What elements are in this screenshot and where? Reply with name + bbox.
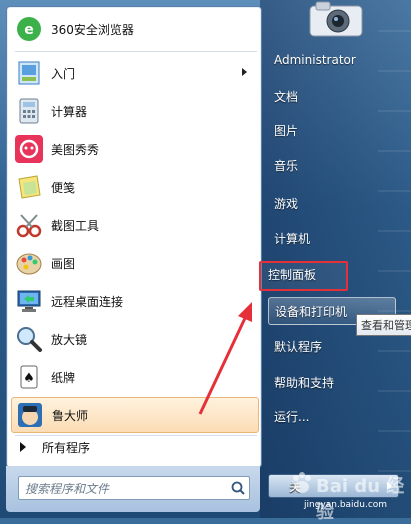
program-meitu[interactable]: 美图秀秀	[11, 131, 257, 167]
right-item-label: 游戏	[274, 196, 299, 211]
meitu-icon	[15, 135, 43, 163]
right-item-music[interactable]: 音乐	[268, 151, 396, 179]
right-item-games[interactable]: 游戏	[268, 189, 396, 217]
program-label: 截图工具	[51, 218, 100, 233]
program-magnifier[interactable]: 放大镜	[11, 321, 257, 357]
svg-text:e: e	[24, 22, 34, 38]
right-item-run[interactable]: 运行...	[268, 402, 396, 430]
ludashi-icon	[16, 401, 44, 429]
360-browser-icon: e	[15, 15, 43, 43]
user-picture[interactable]	[306, 0, 366, 38]
program-label: 美图秀秀	[51, 142, 100, 157]
program-paint[interactable]: 画图	[11, 245, 257, 281]
remote-desktop-icon	[15, 287, 43, 315]
right-item-label: 文档	[274, 89, 299, 104]
snipping-tool-icon	[15, 211, 43, 239]
right-item-label: 运行...	[274, 409, 310, 424]
right-item-label: 设备和打印机	[275, 304, 348, 319]
sticky-notes-icon	[15, 173, 43, 201]
right-item-pictures[interactable]: 图片	[268, 116, 396, 144]
program-label: 计算器	[51, 104, 88, 119]
paint-icon	[15, 249, 43, 277]
search-icon[interactable]	[227, 478, 249, 498]
search-box[interactable]: 搜索程序和文件	[18, 476, 250, 500]
watermark-url: jingyan.baidu.com	[304, 500, 388, 510]
right-panel	[260, 0, 411, 518]
triangle-right-icon	[20, 442, 26, 452]
program-snipping-tool[interactable]: 截图工具	[11, 207, 257, 243]
right-item-label: 默认程序	[274, 339, 323, 354]
svg-text:♠: ♠	[23, 371, 35, 386]
program-label: 360安全浏览器	[51, 22, 134, 37]
watermark-text: Bai du 经验	[316, 476, 405, 523]
right-item-administrator[interactable]: Administrator	[268, 46, 396, 74]
camera-icon	[309, 1, 363, 37]
right-item-label: 帮助和支持	[274, 375, 335, 390]
program-label: 放大镜	[51, 332, 88, 347]
all-programs-button[interactable]: 所有程序	[6, 432, 260, 462]
magnifier-icon	[15, 325, 43, 353]
submenu-arrow-icon	[242, 68, 247, 76]
right-item-label: 控制面板	[268, 267, 317, 282]
program-label: 纸牌	[51, 370, 76, 385]
paw-icon	[293, 472, 311, 493]
program-label: 远程桌面连接	[51, 294, 124, 309]
right-item-label: 音乐	[274, 158, 299, 173]
programs-list: e 360安全浏览器 入门 计算器 美图秀秀 便笺 截图工具 画图 远程桌面连接…	[6, 6, 262, 468]
watermark: Bai du 经验 jingyan.baidu.com	[282, 470, 407, 523]
program-ludashi[interactable]: 鲁大师	[11, 397, 259, 433]
program-getting-started[interactable]: 入门	[11, 55, 257, 91]
right-item-label: Administrator	[274, 53, 356, 67]
calculator-icon	[15, 97, 43, 125]
right-item-computer[interactable]: 计算机	[268, 224, 396, 252]
search-input[interactable]: 搜索程序和文件	[19, 480, 227, 497]
program-label: 画图	[51, 256, 76, 271]
solitaire-icon: ♠	[15, 363, 43, 391]
right-item-control-panel[interactable]: 控制面板	[262, 260, 390, 288]
program-360-browser[interactable]: e 360安全浏览器	[11, 11, 257, 47]
right-item-help-support[interactable]: 帮助和支持	[268, 368, 396, 396]
divider	[15, 51, 257, 52]
program-calculator[interactable]: 计算器	[11, 93, 257, 129]
right-item-documents[interactable]: 文档	[268, 82, 396, 110]
program-sticky-notes[interactable]: 便笺	[11, 169, 257, 205]
right-item-default-programs[interactable]: 默认程序	[268, 332, 396, 360]
right-item-label: 计算机	[274, 231, 311, 246]
program-label: 鲁大师	[52, 408, 89, 423]
program-label: 入门	[51, 66, 76, 81]
program-label: 便笺	[51, 180, 76, 195]
program-remote-desktop[interactable]: 远程桌面连接	[11, 283, 257, 319]
all-programs-label: 所有程序	[42, 440, 91, 455]
program-solitaire[interactable]: ♠ 纸牌	[11, 359, 257, 395]
getting-started-icon	[15, 59, 43, 87]
search-area: 搜索程序和文件	[6, 466, 260, 512]
tooltip-text: 查看和管理	[361, 319, 411, 332]
right-item-label: 图片	[274, 123, 299, 138]
